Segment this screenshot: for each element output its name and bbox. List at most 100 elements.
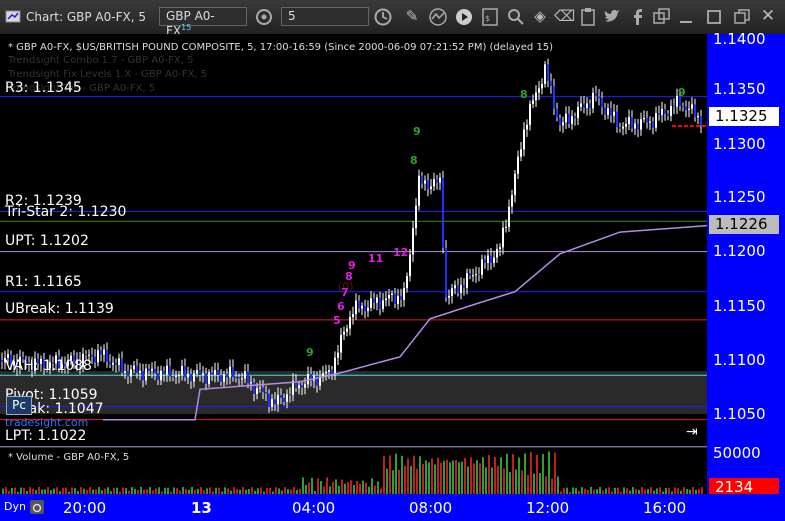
facebook-icon[interactable] [628,7,648,31]
seq-marker: 9 [413,125,421,138]
candle-body [160,370,162,381]
volume-bar [425,460,427,495]
candle-body [655,113,657,128]
volume-bar [524,453,526,495]
candle-body [373,298,375,303]
volume-bar [545,476,547,495]
chart-line-icon[interactable] [428,7,448,31]
study-line-1: Trendsight Combo 1.7 - GBP A0-FX, 5 [8,55,194,66]
candle-body [262,387,264,393]
gear-icon[interactable] [253,6,275,28]
document-icon[interactable]: $ [480,7,500,31]
volume-bar [317,478,319,495]
restore-icon[interactable] [732,7,752,31]
volume-bar [461,461,463,495]
volume-bar [377,481,379,495]
seq-marker: 8 [410,154,418,167]
volume-bar [422,463,424,495]
candle-body [109,361,111,365]
eraser-icon[interactable]: ⌫ [554,7,575,25]
dyn-label[interactable]: Dyn [4,500,26,513]
interval-input[interactable]: 5 [281,7,369,26]
candle-body [193,373,195,382]
candle-body [214,370,216,375]
time-axis[interactable]: Dyn 20:00 13 04:00 08:00 12:00 16:00 [0,494,785,521]
candle-body [637,123,639,130]
candle-body [367,307,369,312]
chart-toolbar: Chart: GBP A0-FX, 5 GBP A0-FX15 5 ✎ $ ◈ … [0,0,785,38]
candle-body [694,104,696,118]
candle-body [211,372,213,375]
candle-body [505,226,507,228]
tag-icon[interactable]: ◈ [530,7,550,25]
volume-bar [467,466,469,495]
clipboard-icon[interactable] [578,7,598,31]
volume-bar [350,480,352,495]
volume-bar [542,454,544,495]
candle-body [568,113,570,125]
volume-bar [311,477,313,495]
candle-body [499,247,501,249]
seq-marker: 6 [337,300,345,313]
time-tick: 16:00 [643,499,687,517]
candle-body [163,370,165,375]
candle-body [232,366,234,378]
level-label-vah: VAH: 1.1088 [5,358,92,374]
candle-body [283,397,285,402]
candle-body [658,113,660,116]
candle-body [346,328,348,332]
candle-body [544,64,546,84]
volume-bar [497,466,499,495]
time-tick: 08:00 [409,499,453,517]
candle-body [235,377,237,379]
layers-icon[interactable] [652,7,672,31]
volume-bar [302,477,304,495]
scroll-to-end-icon[interactable]: ⇥ [686,424,698,440]
clock-icon[interactable] [372,6,394,28]
candle-body [688,108,690,110]
price-axis[interactable]: 1.1400 1.1350 1.1300 1.1250 1.1200 1.115… [707,30,785,447]
search-icon[interactable] [506,7,526,31]
symbol-input[interactable]: GBP A0-FX15 [159,7,247,38]
volume-bar [431,458,433,495]
settings-icon[interactable] [30,500,44,514]
candle-body [271,399,273,408]
volume-bar [458,462,460,495]
candle-body [541,83,543,89]
watermark-link: tradesight.com [5,416,89,429]
candle-body [445,247,447,298]
close-icon[interactable]: ✕ [758,6,778,26]
minimize-icon[interactable] [676,7,696,31]
volume-bar [437,457,439,495]
candle-body [334,357,336,376]
candle-body [154,368,156,374]
twitter-icon[interactable] [602,7,622,31]
price-chart[interactable]: * GBP A0-FX, $US/BRITISH POUND COMPOSITE… [0,34,707,447]
candle-body [454,285,456,289]
candle-body [649,121,651,123]
value-area-band [0,371,707,414]
candle-body [238,377,240,379]
volume-bar [449,462,451,495]
volume-bar [428,462,430,495]
pc-badge[interactable]: Pc [6,396,32,415]
play-icon[interactable] [454,7,474,31]
price-tick: 1.1150 [713,297,766,315]
candle-body [385,298,387,301]
volume-bar [395,453,397,495]
candle-body [274,399,276,405]
candle-body [607,108,609,115]
volume-bar [362,480,364,495]
candle-body [451,288,453,296]
candle-body [172,376,174,378]
candle-body [250,382,252,384]
volume-bar [440,462,442,495]
maximize-icon[interactable] [704,7,724,31]
pencil-icon[interactable]: ✎ [402,7,422,25]
price-tick: 1.1400 [713,30,766,48]
delay-badge: 15 [181,23,192,32]
volume-panel[interactable]: * Volume - GBP A0-FX, 5 [0,447,707,495]
candle-body [481,259,483,275]
candle-body [244,371,246,379]
candle-body [523,129,525,150]
